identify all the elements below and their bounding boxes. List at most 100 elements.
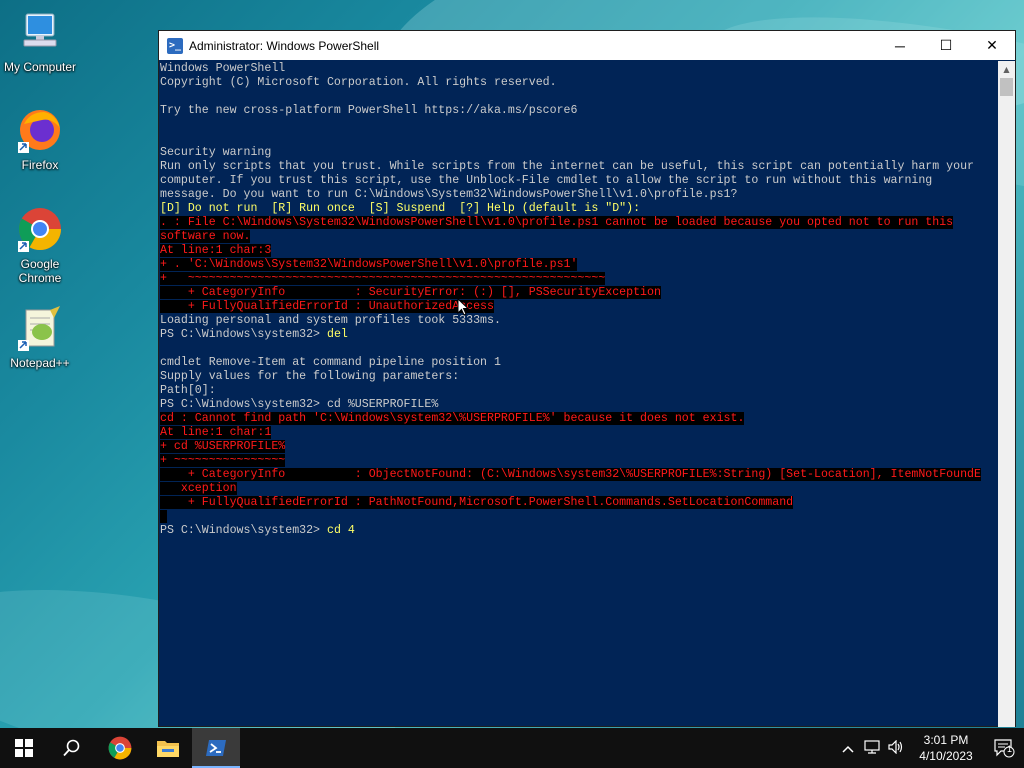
console-line-text: cmdlet Remove-Item at command pipeline p… [160, 356, 501, 369]
console-output[interactable]: Windows PowerShell Copyright (C) Microsof… [159, 61, 999, 727]
mouse-pointer-icon [457, 298, 469, 316]
console-line: Run only scripts that you trust. While s… [160, 160, 999, 174]
console-line: + ~~~~~~~~~~~~~~~~~~~~~~~~~~~~~~~~~~~~~~… [160, 272, 999, 286]
desktop-icon-label: My Computer [3, 60, 77, 74]
clock[interactable]: 3:01 PM 4/10/2023 [914, 732, 978, 764]
console-line: Security warning [160, 146, 999, 160]
console-line: + ~~~~~~~~~~~~~~~~ [160, 454, 999, 468]
taskbar: 3:01 PM 4/10/2023 1 [0, 728, 1024, 768]
console-line-text: message. Do you want to run C:\Windows\S… [160, 188, 738, 201]
minimize-button[interactable]: ─ [877, 31, 923, 60]
console-line: xception [160, 482, 999, 496]
console-line-text: At line:1 char:3 [160, 244, 272, 257]
console-line-text: + CategoryInfo : ObjectNotFound: (C:\Win… [160, 468, 981, 481]
scroll-up-arrow-icon[interactable]: ▲ [998, 61, 1015, 78]
close-button[interactable]: ✕ [969, 31, 1015, 60]
windows-logo-icon [15, 739, 33, 757]
console-line-text: PS C:\Windows\system32> cd %USERPROFILE% [160, 398, 439, 411]
console-line-text: + cd %USERPROFILE% [160, 440, 286, 453]
console-line-text: Windows PowerShell [160, 62, 286, 75]
console-line: software now. [160, 230, 999, 244]
chrome-icon [16, 205, 64, 253]
volume-icon[interactable] [884, 739, 908, 757]
window-title: Administrator: Windows PowerShell [189, 38, 380, 53]
desktop-icon-label: Notepad++ [10, 356, 70, 370]
console-line-text: Security warning [160, 146, 272, 159]
console-line-text: PS C:\Windows\system32> cd 4 [160, 524, 355, 537]
system-tray: 3:01 PM 4/10/2023 1 [836, 728, 1024, 768]
console-line: [D] Do not run [R] Run once [S] Suspend … [160, 202, 999, 216]
console-line: + FullyQualifiedErrorId : UnauthorizedAc… [160, 300, 999, 314]
notification-count-badge: 1 [1007, 744, 1013, 754]
console-line: Copyright (C) Microsoft Corporation. All… [160, 76, 999, 90]
console-line: . : File C:\Windows\System32\WindowsPowe… [160, 216, 999, 230]
search-button[interactable] [48, 728, 96, 768]
console-line: Path[0]: [160, 384, 999, 398]
desktop-icon-label: Google Chrome [18, 257, 62, 285]
clock-time: 3:01 PM [923, 733, 969, 747]
powershell-window[interactable]: >_ Administrator: Windows PowerShell ─ ☐… [158, 30, 1016, 727]
console-line-text: + CategoryInfo : SecurityError: (:) [], … [160, 286, 661, 299]
console-line: PS C:\Windows\system32> del [160, 328, 999, 342]
powershell-icon [206, 740, 226, 756]
desktop-icon-google-chrome[interactable]: Google Chrome [0, 205, 80, 285]
maximize-button[interactable]: ☐ [923, 31, 969, 60]
desktop-icon-firefox[interactable]: Firefox [0, 106, 80, 172]
powershell-icon: >_ [167, 37, 183, 54]
desktop-icon-label: Firefox [21, 158, 59, 172]
console-line-text: Copyright (C) Microsoft Corporation. All… [160, 76, 557, 89]
console-line-text: + ~~~~~~~~~~~~~~~~~~~~~~~~~~~~~~~~~~~~~~… [160, 272, 606, 285]
firefox-icon [16, 106, 64, 154]
console-line: + cd %USERPROFILE% [160, 440, 999, 454]
network-icon[interactable] [860, 739, 884, 757]
console-line: PS C:\Windows\system32> cd %USERPROFILE% [160, 398, 999, 412]
console-line: Loading personal and system profiles too… [160, 314, 999, 328]
powershell-taskbar-button[interactable] [192, 728, 240, 768]
title-bar[interactable]: >_ Administrator: Windows PowerShell ─ ☐… [159, 31, 1015, 60]
console-line-text: [D] Do not run [R] Run once [S] Suspend … [160, 202, 641, 215]
console-line-text: + ~~~~~~~~~~~~~~~~ [160, 454, 286, 467]
console-line-text: PS C:\Windows\system32> del [160, 328, 348, 341]
action-center-button[interactable]: 1 [984, 728, 1024, 768]
console-line-text: At line:1 char:1 [160, 426, 272, 439]
folder-icon [157, 741, 179, 757]
console-line-text: Try the new cross-platform PowerShell ht… [160, 104, 578, 117]
file-explorer-button[interactable] [144, 728, 192, 768]
console-line-text: Supply values for the following paramete… [160, 370, 460, 383]
console-line-text: + FullyQualifiedErrorId : UnauthorizedAc… [160, 300, 494, 313]
console-line: PS C:\Windows\system32> cd 4 [160, 524, 999, 538]
console-line [160, 510, 999, 524]
console-line-text: cd : Cannot find path 'C:\Windows\system… [160, 412, 745, 425]
console-line: cmdlet Remove-Item at command pipeline p… [160, 356, 999, 370]
vertical-scrollbar[interactable]: ▲ [998, 61, 1015, 727]
console-line: cd : Cannot find path 'C:\Windows\system… [160, 412, 999, 426]
console-line: + . 'C:\Windows\System32\WindowsPowerShe… [160, 258, 999, 272]
scrollbar-thumb[interactable] [1000, 78, 1013, 96]
console-line-text: software now. [160, 230, 251, 243]
console-line: At line:1 char:1 [160, 426, 999, 440]
console-line: Windows PowerShell [160, 62, 999, 76]
console-line: At line:1 char:3 [160, 244, 999, 258]
console-line-text: Path[0]: [160, 384, 216, 397]
chrome-taskbar-button[interactable] [96, 728, 144, 768]
console-line-text: + . 'C:\Windows\System32\WindowsPowerShe… [160, 258, 578, 271]
console-line-text: Loading personal and system profiles too… [160, 314, 501, 327]
desktop-icon-my-computer[interactable]: My Computer [0, 8, 80, 74]
chevron-up-icon[interactable] [836, 741, 860, 756]
desktop-icon-notepad-plus-plus[interactable]: Notepad++ [0, 304, 80, 370]
console-line-text: + FullyQualifiedErrorId : PathNotFound,M… [160, 496, 794, 509]
console-line: Try the new cross-platform PowerShell ht… [160, 104, 999, 118]
console-line: + FullyQualifiedErrorId : PathNotFound,M… [160, 496, 999, 510]
notepad-plus-plus-icon [16, 304, 64, 352]
console-line-text [160, 510, 167, 523]
start-button[interactable] [0, 728, 48, 768]
console-line: + CategoryInfo : ObjectNotFound: (C:\Win… [160, 468, 999, 482]
clock-date: 4/10/2023 [919, 749, 973, 763]
console-line-text: computer. If you trust this script, use … [160, 174, 933, 187]
chrome-icon [108, 736, 132, 760]
console-line-text: xception [160, 482, 237, 495]
